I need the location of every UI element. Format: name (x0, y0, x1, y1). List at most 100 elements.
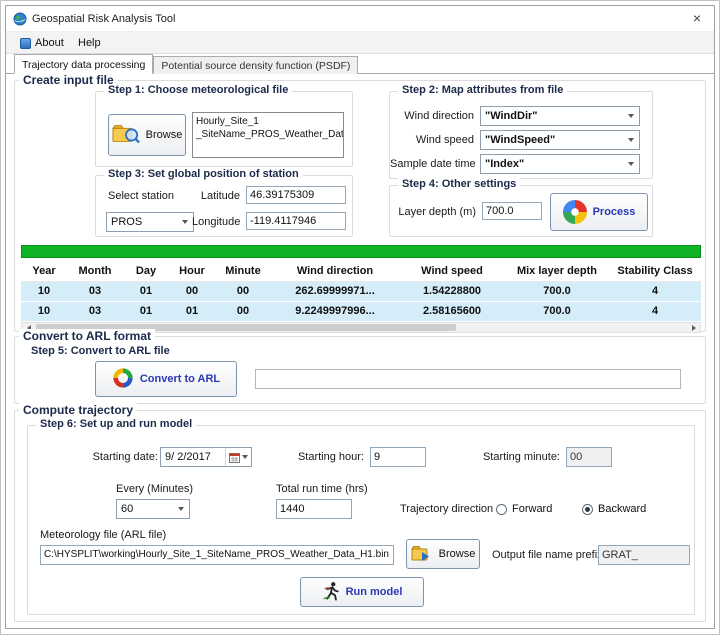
table-cell: 01 (123, 302, 169, 321)
browse-arl-label: Browse (439, 548, 476, 560)
pinwheel-icon (563, 200, 587, 224)
table-row[interactable]: 10 03 01 01 00 9.2249997996... 2.5816560… (21, 302, 701, 322)
convert-to-arl-button[interactable]: Convert to ARL (95, 361, 237, 397)
output-prefix-label: Output file name prefix (492, 549, 603, 561)
chevron-down-icon (628, 138, 634, 142)
every-minutes-label: Every (Minutes) (116, 483, 193, 495)
starting-date-value: 9/ 2/2017 (165, 451, 225, 463)
met-file-line1: Hourly_Site_1 (196, 115, 340, 128)
table-cell: 01 (123, 282, 169, 301)
folder-arrow-icon (411, 544, 433, 565)
radio-backward-label: Backward (598, 503, 646, 515)
met-arl-file-field[interactable]: C:\HYSPLIT\working\Hourly_Site_1_SiteNam… (40, 545, 394, 565)
load-progress-bar (21, 245, 701, 258)
process-label: Process (593, 206, 636, 218)
starting-hour-label: Starting hour: (278, 451, 364, 463)
layer-depth-field[interactable]: 700.0 (482, 202, 542, 220)
starting-hour-field[interactable]: 9 (370, 447, 426, 467)
sample-date-time-value: "Index" (485, 158, 625, 170)
radio-forward-label: Forward (512, 503, 552, 515)
table-cell: 4 (609, 282, 701, 301)
table-header-cell: Mix layer depth (505, 262, 609, 281)
table-header-cell: Wind speed (399, 262, 505, 281)
radio-backward[interactable]: Backward (582, 502, 646, 516)
chevron-down-icon (242, 455, 248, 459)
radio-forward[interactable]: Forward (496, 502, 552, 516)
runner-icon (322, 581, 340, 604)
scroll-right-icon[interactable] (687, 323, 700, 332)
about-icon (20, 38, 31, 49)
wind-speed-select[interactable]: "WindSpeed" (480, 130, 640, 150)
table-header-row: Year Month Day Hour Minute Wind directio… (21, 262, 701, 282)
table-header-cell: Wind direction (271, 262, 399, 281)
chevron-down-icon (182, 220, 188, 224)
table-header-cell: Hour (169, 262, 215, 281)
table-header-cell: Month (67, 262, 123, 281)
step1-title: Step 1: Choose meteorological file (104, 84, 292, 96)
table-cell: 00 (169, 282, 215, 301)
step2-title: Step 2: Map attributes from file (398, 84, 567, 96)
table-header-cell: Year (21, 262, 67, 281)
convert-arl-title: Convert to ARL format (19, 329, 155, 343)
total-run-time-field[interactable]: 1440 (276, 499, 352, 519)
create-input-file-title: Create input file (19, 73, 118, 87)
starting-date-picker[interactable]: 9/ 2/2017 (160, 447, 252, 467)
starting-date-label: Starting date: (78, 451, 158, 463)
titlebar: Geospatial Risk Analysis Tool × (6, 6, 714, 32)
run-model-button[interactable]: Run model (300, 577, 424, 607)
longitude-label: Longitude (192, 216, 240, 228)
met-arl-file-label: Meteorology file (ARL file) (40, 529, 166, 541)
close-icon[interactable]: × (680, 6, 714, 31)
every-minutes-select[interactable]: 60 (116, 499, 190, 519)
sample-date-time-select[interactable]: "Index" (480, 154, 640, 174)
starting-minute-field[interactable]: 00 (566, 447, 612, 467)
step5-title: Step 5: Convert to ARL file (31, 345, 170, 357)
output-prefix-field[interactable]: GRAT_ (598, 545, 690, 565)
menu-about-label: About (35, 32, 64, 54)
chevron-down-icon (628, 114, 634, 118)
select-station-label: Select station (108, 190, 174, 202)
table-cell: 2.58165600 (399, 302, 505, 321)
longitude-field[interactable]: -119.4117946 (246, 212, 346, 230)
browse-met-file-label: Browse (146, 129, 183, 141)
table-cell: 4 (609, 302, 701, 321)
table-cell: 700.0 (505, 282, 609, 301)
browse-met-file-button[interactable]: Browse (108, 114, 186, 156)
menu-help[interactable]: Help (70, 32, 109, 54)
step2-group: Step 2: Map attributes from file Wind di… (389, 91, 653, 179)
browse-arl-button[interactable]: Browse (406, 539, 480, 569)
tab-trajectory-data-processing[interactable]: Trajectory data processing (14, 54, 153, 74)
tab-page: Create input file Step 1: Choose meteoro… (6, 74, 714, 628)
wind-direction-label: Wind direction (390, 110, 474, 122)
table-row[interactable]: 10 03 01 00 00 262.69999971... 1.5422880… (21, 282, 701, 302)
table-cell: 700.0 (505, 302, 609, 321)
step3-title: Step 3: Set global position of station (104, 168, 303, 180)
tab-psdf[interactable]: Potential source density function (PSDF) (153, 56, 358, 75)
table-cell: 1.54228800 (399, 282, 505, 301)
radio-backward-circle (582, 504, 593, 515)
convert-arl-group: Convert to ARL format Step 5: Convert to… (14, 336, 706, 404)
table-cell: 03 (67, 302, 123, 321)
table-header-cell: Day (123, 262, 169, 281)
convert-to-arl-label: Convert to ARL (140, 373, 220, 385)
layer-depth-label: Layer depth (m) (390, 206, 476, 218)
step6-title: Step 6: Set up and run model (36, 418, 196, 430)
table-cell: 03 (67, 282, 123, 301)
table-cell: 00 (215, 282, 271, 301)
wind-direction-select[interactable]: "WindDir" (480, 106, 640, 126)
process-button[interactable]: Process (550, 193, 648, 231)
trajectory-direction-label: Trajectory direction (400, 503, 493, 515)
wind-direction-value: "WindDir" (485, 110, 625, 122)
station-select[interactable]: PROS (106, 212, 194, 232)
table-cell: 9.2249997996... (271, 302, 399, 321)
menu-about[interactable]: About (12, 32, 72, 54)
compute-trajectory-title: Compute trajectory (19, 403, 137, 417)
convert-progress-bar (255, 369, 681, 389)
total-run-time-label: Total run time (hrs) (276, 483, 368, 495)
table-cell: 00 (215, 302, 271, 321)
latitude-field[interactable]: 46.39175309 (246, 186, 346, 204)
station-value: PROS (111, 216, 179, 228)
latitude-label: Latitude (192, 190, 240, 202)
convert-ring-icon (112, 367, 134, 392)
calendar-dropdown[interactable] (225, 448, 251, 466)
